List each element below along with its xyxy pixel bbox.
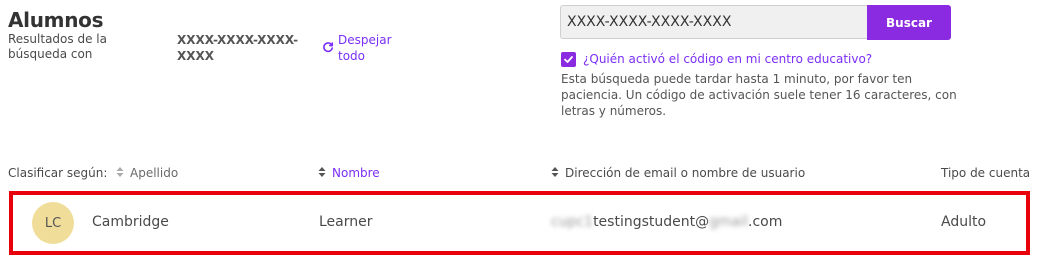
email-local: testingstudent@ xyxy=(593,214,710,230)
sort-firstname-label: Nombre xyxy=(332,166,380,180)
table-row[interactable]: LC Cambridge Learner cupc1testingstudent… xyxy=(14,196,1026,250)
student-firstname: Learner xyxy=(319,214,373,230)
student-email: cupc1testingstudent@gmail.com xyxy=(551,214,782,230)
results-search-code: XXXX-XXXX-XXXX-XXXX xyxy=(177,33,299,63)
clear-all-label: Despejar todo xyxy=(338,33,392,63)
results-label: Resultados de la búsqueda con xyxy=(8,32,107,61)
sort-email-button[interactable]: Dirección de email o nombre de usuario xyxy=(551,166,805,180)
clear-all-button[interactable]: Despejar todo xyxy=(322,32,402,64)
account-type-header: Tipo de cuenta xyxy=(941,166,1031,180)
sort-lastname-button[interactable]: Apellido xyxy=(116,166,178,180)
sort-email-label: Dirección de email o nombre de usuario xyxy=(565,166,806,180)
avatar: LC xyxy=(32,202,74,244)
email-tld: .com xyxy=(748,214,783,230)
sort-icon xyxy=(318,167,326,177)
refresh-icon xyxy=(323,42,334,53)
who-activated-checkbox[interactable] xyxy=(561,52,576,67)
email-domain-redacted: gmail xyxy=(709,214,749,230)
who-activated-label[interactable]: ¿Quién activó el código en mi centro edu… xyxy=(583,52,872,66)
page-title: Alumnos xyxy=(8,8,104,32)
sort-icon xyxy=(116,167,124,177)
checkmark-icon xyxy=(564,56,573,63)
sort-icon xyxy=(551,167,559,177)
sort-firstname-button[interactable]: Nombre xyxy=(318,166,380,180)
sort-lastname-label: Apellido xyxy=(130,166,179,180)
student-lastname: Cambridge xyxy=(92,214,169,230)
search-button[interactable]: Buscar xyxy=(867,5,951,40)
sort-bar: Clasificar según: Apellido Nombre Direcc… xyxy=(0,166,1043,184)
activation-code-search-input[interactable] xyxy=(560,5,868,39)
email-prefix-redacted: cupc1 xyxy=(551,214,594,230)
sort-by-label: Clasificar según: xyxy=(8,166,108,180)
search-hint: Esta búsqueda puede tardar hasta 1 minut… xyxy=(561,72,957,118)
student-account-type: Adulto xyxy=(941,214,987,230)
